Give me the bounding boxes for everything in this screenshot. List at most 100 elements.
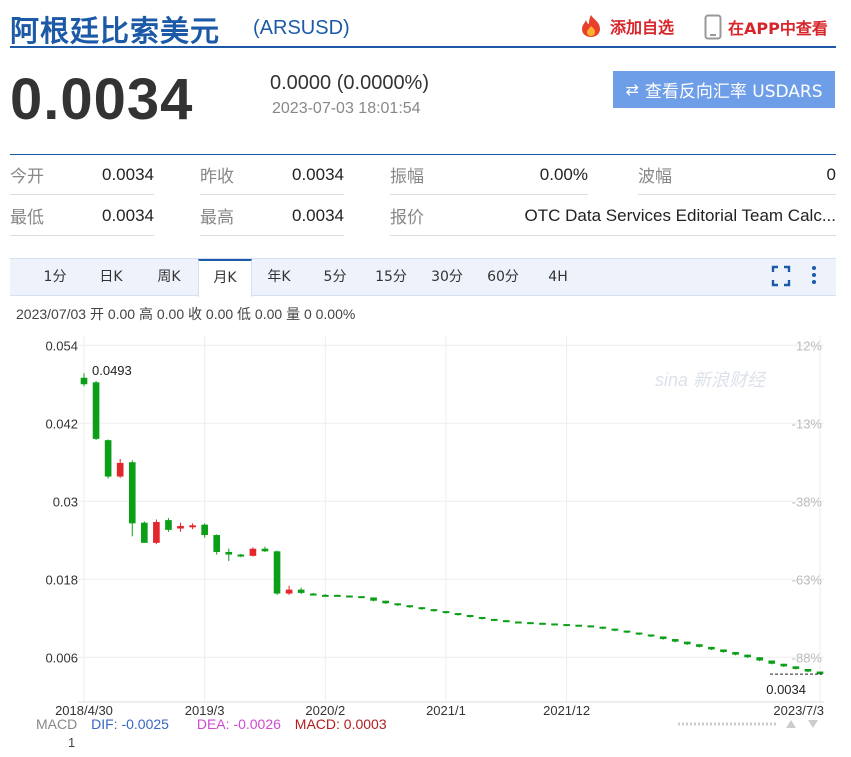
candle-body — [683, 641, 691, 645]
candle-body — [780, 663, 788, 667]
candle-body — [261, 548, 269, 552]
candle-body — [153, 522, 160, 543]
stat-label: 波幅 — [638, 167, 672, 187]
right-tick-label: -63% — [792, 572, 823, 587]
watermark: sina 新浪财经 — [655, 370, 767, 390]
y-tick-label: 0.018 — [45, 572, 78, 587]
candle-body — [92, 382, 100, 439]
y-tick-label: 0.006 — [45, 650, 78, 665]
stats-row: 最低 0.0034 最高 0.0034 报价 OTC Data Services… — [10, 196, 836, 237]
candle-body — [551, 623, 558, 626]
candle-body — [635, 632, 643, 635]
candle-body — [225, 551, 233, 555]
candle-body — [478, 616, 486, 619]
stat-amplitude: 振幅 0.00% — [390, 155, 588, 195]
y-tick-label: 0.03 — [53, 494, 78, 509]
candle-body — [237, 554, 245, 557]
candle-body — [128, 462, 136, 524]
macd-scroll-handle[interactable] — [676, 717, 826, 731]
candle-body — [442, 611, 450, 614]
tab-yearly[interactable]: 年K — [256, 259, 302, 296]
candle-body — [201, 524, 208, 536]
price-change: 0.0000 (0.0000%) — [270, 72, 430, 94]
candles — [80, 373, 824, 675]
stat-value: 0.0034 — [292, 205, 344, 225]
stat-label: 振幅 — [390, 167, 424, 187]
add-favorite-button[interactable]: 添加自选 — [578, 14, 674, 38]
candle-body — [804, 668, 812, 672]
max-value-label: 0.0493 — [92, 363, 132, 378]
flame-icon — [582, 15, 600, 37]
candle-body — [744, 654, 751, 658]
tab-30min[interactable]: 30分 — [422, 259, 472, 296]
candle-body — [382, 600, 389, 604]
tab-5min[interactable]: 5分 — [312, 259, 358, 296]
candle-body — [466, 615, 474, 617]
right-tick-label: -38% — [792, 494, 823, 509]
y-tick-label: 0.042 — [45, 416, 78, 431]
candle-body — [418, 607, 426, 610]
candle-body — [321, 594, 329, 597]
currency-code: (ARSUSD) — [253, 17, 350, 39]
page-title: 阿根廷比索美元 — [10, 14, 221, 48]
candle-body — [515, 621, 522, 624]
reverse-rate-label: 查看反向汇率 USDARS — [644, 82, 823, 102]
x-tick-label: 2020/2 — [305, 703, 345, 715]
candle-body — [285, 589, 293, 594]
candle-body — [177, 525, 184, 529]
candle-body — [346, 595, 353, 598]
stat-high: 最高 0.0034 — [200, 196, 344, 236]
candle-body — [394, 603, 402, 606]
tab-60min[interactable]: 60分 — [478, 259, 528, 296]
quote-timestamp: 2023-07-03 18:01:54 — [272, 100, 421, 117]
candle-body — [539, 622, 546, 625]
view-in-app-button[interactable]: 在APP中查看 — [704, 14, 828, 40]
candle-body — [370, 597, 377, 601]
candle-body — [720, 649, 727, 653]
candle-body — [696, 644, 703, 647]
title-bar: 阿根廷比索美元 (ARSUSD) 添加自选 在APP中查看 — [10, 0, 836, 48]
x-tick-label: 2023/7/3 — [773, 703, 824, 715]
stat-label: 最高 — [200, 208, 234, 228]
candle-body — [575, 624, 583, 627]
candle-body — [732, 652, 739, 655]
candle-body — [430, 609, 438, 612]
candle-body — [708, 646, 715, 650]
candle-body — [756, 657, 763, 661]
candle-body — [647, 634, 655, 637]
view-in-app-label: 在APP中查看 — [728, 19, 828, 38]
candle-body — [273, 551, 281, 594]
fullscreen-icon[interactable] — [770, 263, 792, 293]
macd-readout: MACD DIF: -0.0025 DEA: -0.0026 MACD: 0.0… — [36, 716, 397, 732]
macd-title: MACD — [36, 716, 78, 732]
macd-dea: DEA: -0.0026 — [196, 716, 281, 732]
candle-body — [587, 625, 595, 628]
right-tick-label: -13% — [792, 416, 823, 431]
reverse-rate-button[interactable]: ⇄ 查看反向汇率 USDARS — [613, 71, 835, 108]
tab-15min[interactable]: 15分 — [366, 259, 416, 296]
tab-4h[interactable]: 4H — [538, 259, 578, 296]
candle-body — [358, 596, 365, 599]
candle-body — [249, 548, 257, 556]
phone-icon — [704, 14, 722, 40]
candle-body — [141, 522, 148, 543]
stats-table: 今开 0.0034 昨收 0.0034 振幅 0.00% 波幅 0 最低 0.0… — [10, 154, 836, 237]
candle-body — [490, 618, 498, 621]
stats-row: 今开 0.0034 昨收 0.0034 振幅 0.00% 波幅 0 — [10, 155, 836, 196]
candle-body — [659, 636, 667, 640]
tab-weekly[interactable]: 周K — [144, 259, 194, 296]
stat-label: 最低 — [10, 208, 44, 228]
candle-body — [527, 622, 534, 625]
candlestick-chart[interactable]: sina 新浪财经 0.054 0.042 0.03 0.018 0.006 12% -1… — [0, 330, 851, 715]
stat-label: 今开 — [10, 167, 44, 187]
stat-prev-close: 昨收 0.0034 — [200, 155, 344, 195]
tab-monthly[interactable]: 月K — [198, 259, 252, 297]
tab-daily[interactable]: 日K — [88, 259, 134, 296]
candle-body — [623, 630, 631, 633]
more-options-icon[interactable] — [808, 263, 820, 293]
x-tick-label: 2021/12 — [543, 703, 590, 715]
candle-body — [611, 628, 619, 631]
add-favorite-label: 添加自选 — [610, 18, 675, 37]
tab-1min[interactable]: 1分 — [32, 259, 78, 296]
x-axis-ticks: 2018/4/30 2019/3 2020/2 2021/1 2021/12 2023/7… — [55, 703, 824, 715]
